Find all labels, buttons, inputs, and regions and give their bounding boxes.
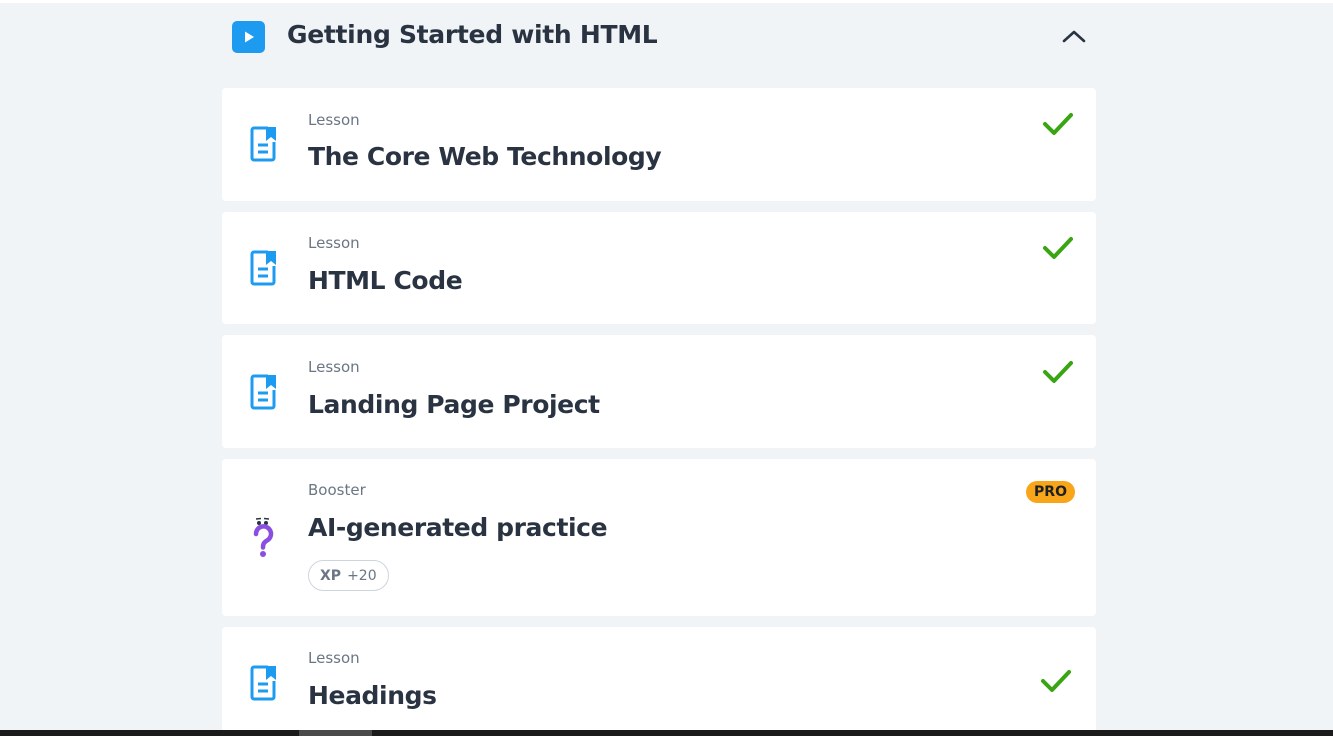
lesson-card[interactable]: Lesson Headings — [222, 627, 1096, 736]
question-mark-icon — [253, 517, 274, 557]
item-kind: Lesson — [308, 649, 360, 667]
booster-card[interactable]: Booster AI-generated practice PRO XP +20 — [222, 459, 1096, 616]
xp-label: XP — [320, 567, 342, 584]
item-title: AI-generated practice — [308, 513, 608, 542]
course-page: Getting Started with HTML Lesson The Cor… — [0, 0, 1333, 736]
lesson-card[interactable]: Lesson Landing Page Project — [222, 335, 1096, 448]
pro-badge: PRO — [1026, 481, 1075, 503]
lesson-card[interactable]: Lesson HTML Code — [222, 212, 1096, 324]
item-title: Headings — [308, 681, 437, 710]
xp-value: +20 — [347, 567, 377, 584]
top-edge — [0, 0, 1333, 3]
lesson-document-icon — [250, 665, 276, 701]
lesson-document-icon — [250, 126, 276, 162]
item-title: The Core Web Technology — [308, 142, 662, 171]
lesson-document-icon — [250, 374, 276, 410]
item-kind: Booster — [308, 481, 366, 499]
module-title: Getting Started with HTML — [287, 20, 658, 49]
item-kind: Lesson — [308, 234, 360, 252]
scrollbar-thumb[interactable] — [299, 730, 372, 736]
xp-chip: XP +20 — [308, 560, 389, 591]
lesson-document-icon — [250, 250, 276, 286]
collapse-button[interactable] — [1060, 22, 1088, 50]
module-header[interactable]: Getting Started with HTML — [222, 14, 1096, 58]
play-triangle-icon — [244, 31, 254, 43]
checkmark-icon — [1043, 237, 1073, 259]
play-icon — [232, 21, 265, 53]
checkmark-icon — [1043, 113, 1073, 135]
checkmark-icon — [1043, 361, 1073, 383]
chevron-up-icon — [1062, 30, 1086, 43]
item-kind: Lesson — [308, 111, 360, 129]
item-kind: Lesson — [308, 358, 360, 376]
item-title: HTML Code — [308, 266, 463, 295]
item-title: Landing Page Project — [308, 390, 600, 419]
lesson-card[interactable]: Lesson The Core Web Technology — [222, 88, 1096, 201]
horizontal-scrollbar[interactable] — [0, 730, 1333, 736]
checkmark-icon — [1041, 670, 1071, 692]
